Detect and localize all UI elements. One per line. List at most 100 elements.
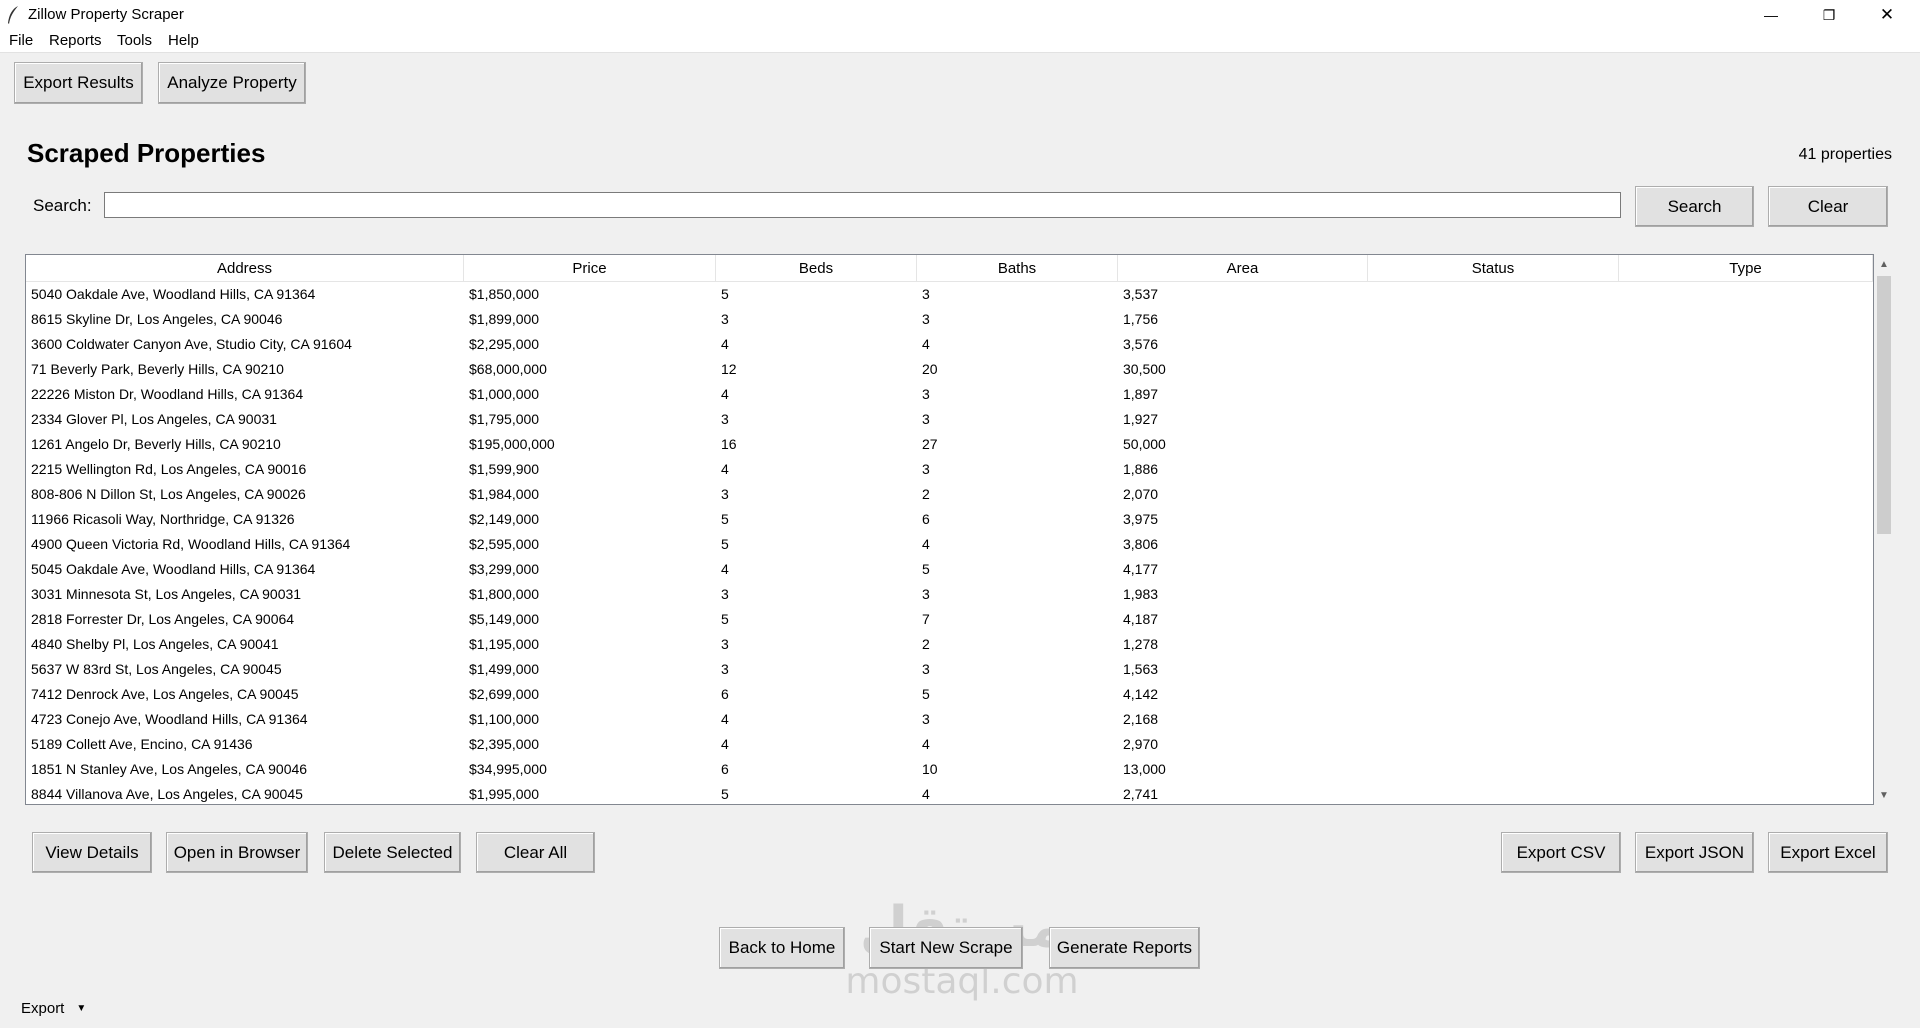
cell-baths: 4 bbox=[922, 736, 930, 752]
table-row[interactable]: 5045 Oakdale Ave, Woodland Hills, CA 913… bbox=[26, 557, 1873, 582]
table-row[interactable]: 5637 W 83rd St, Los Angeles, CA 90045 $1,… bbox=[26, 657, 1873, 682]
cell-status bbox=[1368, 732, 1619, 757]
table-row[interactable]: 5040 Oakdale Ave, Woodland Hills, CA 913… bbox=[26, 282, 1873, 307]
table-row[interactable]: 8844 Villanova Ave, Los Angeles, CA 9004… bbox=[26, 782, 1873, 804]
cell-area: 3,806 bbox=[1123, 536, 1159, 552]
cell-baths: 3 bbox=[922, 586, 930, 602]
export-excel-button[interactable]: Export Excel bbox=[1768, 832, 1888, 873]
cell-type bbox=[1619, 557, 1873, 582]
cell-type bbox=[1619, 457, 1873, 482]
view-details-button[interactable]: View Details bbox=[32, 832, 152, 873]
cell-beds: 4 bbox=[721, 336, 729, 352]
table-row[interactable]: 2818 Forrester Dr, Los Angeles, CA 90064… bbox=[26, 607, 1873, 632]
table-row[interactable]: 3031 Minnesota St, Los Angeles, CA 90031… bbox=[26, 582, 1873, 607]
cell-area: 4,142 bbox=[1123, 686, 1159, 702]
delete-selected-button[interactable]: Delete Selected bbox=[324, 832, 461, 873]
menu-help[interactable]: Help bbox=[168, 32, 199, 49]
cell-baths: 2 bbox=[922, 486, 930, 502]
cell-baths: 3 bbox=[922, 411, 930, 427]
table-row[interactable]: 3600 Coldwater Canyon Ave, Studio City, … bbox=[26, 332, 1873, 357]
cell-status bbox=[1368, 782, 1619, 804]
cell-type bbox=[1619, 757, 1873, 782]
cell-price: $3,299,000 bbox=[469, 561, 540, 577]
scroll-up-icon[interactable]: ▲ bbox=[1874, 254, 1894, 274]
back-to-home-button[interactable]: Back to Home bbox=[719, 927, 845, 969]
search-input[interactable] bbox=[104, 192, 1621, 218]
open-in-browser-button[interactable]: Open in Browser bbox=[166, 832, 308, 873]
cell-type bbox=[1619, 382, 1873, 407]
table-row[interactable]: 22226 Miston Dr, Woodland Hills, CA 9136… bbox=[26, 382, 1873, 407]
table-row[interactable]: 4840 Shelby Pl, Los Angeles, CA 90041 $1,… bbox=[26, 632, 1873, 657]
column-header-price[interactable]: Price bbox=[464, 255, 716, 282]
table-row[interactable]: 4900 Queen Victoria Rd, Woodland Hills, … bbox=[26, 532, 1873, 557]
table-row[interactable]: 2215 Wellington Rd, Los Angeles, CA 9001… bbox=[26, 457, 1873, 482]
cell-type bbox=[1619, 607, 1873, 632]
cell-status bbox=[1368, 682, 1619, 707]
column-header-address[interactable]: Address bbox=[26, 255, 464, 282]
cell-address: 1261 Angelo Dr, Beverly Hills, CA 90210 bbox=[31, 436, 281, 452]
table-row[interactable]: 5189 Collett Ave, Encino, CA 91436 $2,395… bbox=[26, 732, 1873, 757]
cell-beds: 3 bbox=[721, 636, 729, 652]
properties-table[interactable]: Address Price Beds Baths Area Status Typ… bbox=[25, 254, 1874, 805]
cell-price: $68,000,000 bbox=[469, 361, 547, 377]
cell-beds: 4 bbox=[721, 711, 729, 727]
table-row[interactable]: 2334 Glover Pl, Los Angeles, CA 90031 $1,… bbox=[26, 407, 1873, 432]
table-row[interactable]: 4723 Conejo Ave, Woodland Hills, CA 9136… bbox=[26, 707, 1873, 732]
cell-type bbox=[1619, 357, 1873, 382]
export-json-button[interactable]: Export JSON bbox=[1635, 832, 1754, 873]
cell-status bbox=[1368, 607, 1619, 632]
cell-area: 2,970 bbox=[1123, 736, 1159, 752]
cell-status bbox=[1368, 657, 1619, 682]
menu-reports[interactable]: Reports bbox=[49, 32, 102, 49]
scroll-down-icon[interactable]: ▼ bbox=[1874, 785, 1894, 805]
column-header-status[interactable]: Status bbox=[1368, 255, 1619, 282]
cell-area: 1,897 bbox=[1123, 386, 1159, 402]
cell-status bbox=[1368, 307, 1619, 332]
cell-price: $1,599,900 bbox=[469, 461, 540, 477]
column-header-baths[interactable]: Baths bbox=[917, 255, 1118, 282]
export-results-button[interactable]: Export Results bbox=[14, 62, 143, 104]
cell-area: 1,886 bbox=[1123, 461, 1159, 477]
column-header-beds[interactable]: Beds bbox=[716, 255, 917, 282]
export-dropdown[interactable]: Export ▼ bbox=[21, 1000, 86, 1017]
search-button[interactable]: Search bbox=[1635, 186, 1754, 227]
cell-area: 13,000 bbox=[1123, 761, 1166, 777]
cell-beds: 3 bbox=[721, 586, 729, 602]
clear-search-button[interactable]: Clear bbox=[1768, 186, 1888, 227]
table-scrollbar[interactable]: ▲ ▼ bbox=[1874, 254, 1894, 805]
cell-type bbox=[1619, 482, 1873, 507]
menu-file[interactable]: File bbox=[9, 32, 33, 49]
table-row[interactable]: 8615 Skyline Dr, Los Angeles, CA 90046 $1… bbox=[26, 307, 1873, 332]
generate-reports-button[interactable]: Generate Reports bbox=[1049, 927, 1200, 969]
cell-price: $1,800,000 bbox=[469, 586, 540, 602]
export-csv-button[interactable]: Export CSV bbox=[1501, 832, 1621, 873]
window-title: Zillow Property Scraper bbox=[28, 6, 184, 23]
cell-baths: 3 bbox=[922, 311, 930, 327]
menu-tools[interactable]: Tools bbox=[117, 32, 152, 49]
table-row[interactable]: 1851 N Stanley Ave, Los Angeles, CA 9004… bbox=[26, 757, 1873, 782]
table-row[interactable]: 71 Beverly Park, Beverly Hills, CA 90210… bbox=[26, 357, 1873, 382]
cell-address: 11966 Ricasoli Way, Northridge, CA 91326 bbox=[31, 511, 295, 527]
table-row[interactable]: 808-806 N Dillon St, Los Angeles, CA 900… bbox=[26, 482, 1873, 507]
table-row[interactable]: 7412 Denrock Ave, Los Angeles, CA 90045 $… bbox=[26, 682, 1873, 707]
cell-area: 1,278 bbox=[1123, 636, 1159, 652]
start-new-scrape-button[interactable]: Start New Scrape bbox=[869, 927, 1023, 969]
scroll-thumb[interactable] bbox=[1877, 276, 1891, 534]
cell-address: 4723 Conejo Ave, Woodland Hills, CA 9136… bbox=[31, 711, 308, 727]
cell-type bbox=[1619, 582, 1873, 607]
cell-beds: 12 bbox=[721, 361, 737, 377]
cell-beds: 3 bbox=[721, 661, 729, 677]
cell-type bbox=[1619, 532, 1873, 557]
table-row[interactable]: 11966 Ricasoli Way, Northridge, CA 91326… bbox=[26, 507, 1873, 532]
table-row[interactable]: 1261 Angelo Dr, Beverly Hills, CA 90210 $… bbox=[26, 432, 1873, 457]
cell-beds: 5 bbox=[721, 286, 729, 302]
cell-price: $195,000,000 bbox=[469, 436, 555, 452]
close-button[interactable]: ✕ bbox=[1859, 0, 1915, 30]
minimize-button[interactable]: — bbox=[1743, 0, 1799, 30]
analyze-property-button[interactable]: Analyze Property bbox=[158, 62, 306, 104]
clear-all-button[interactable]: Clear All bbox=[476, 832, 595, 873]
column-header-type[interactable]: Type bbox=[1619, 255, 1873, 282]
cell-baths: 20 bbox=[922, 361, 938, 377]
column-header-area[interactable]: Area bbox=[1118, 255, 1368, 282]
maximize-button[interactable]: ❐ bbox=[1801, 0, 1857, 30]
